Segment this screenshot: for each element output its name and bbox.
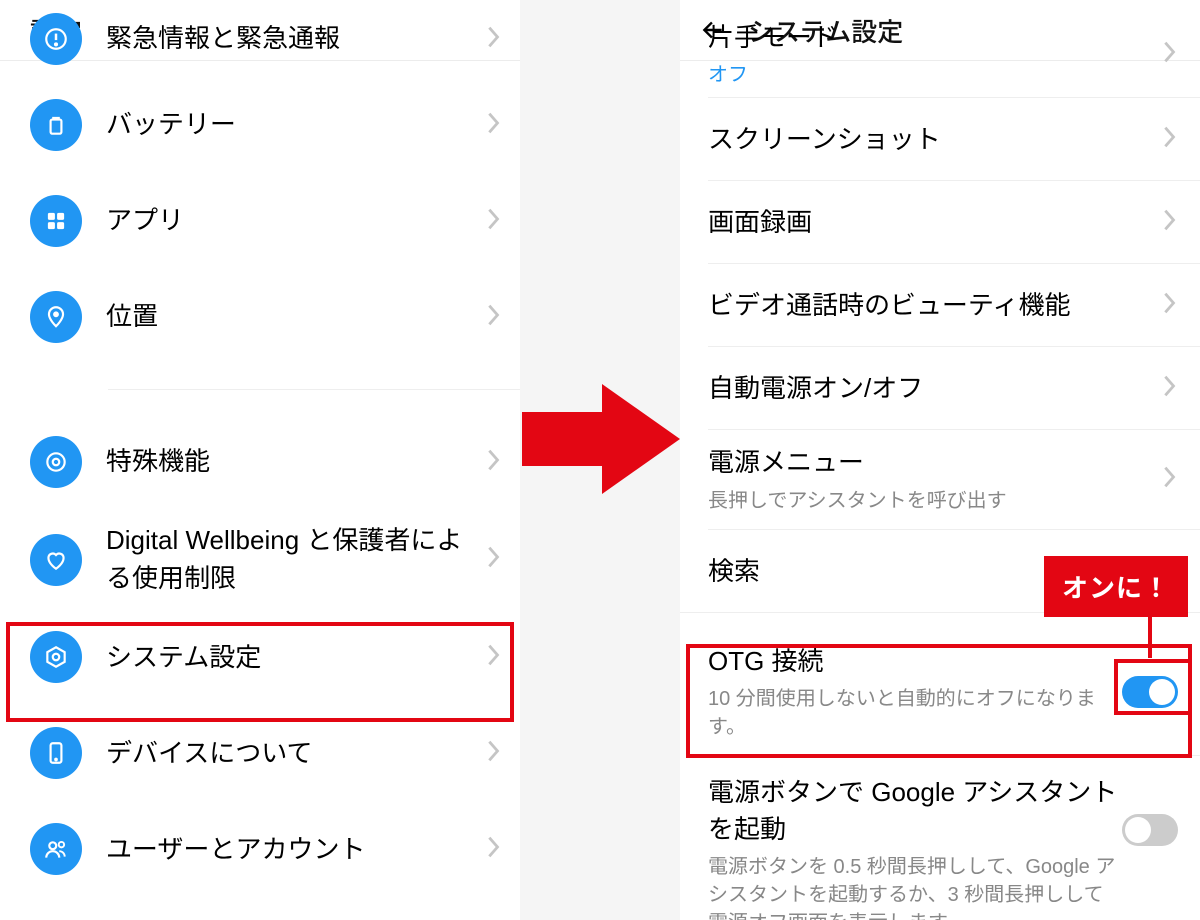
alert-icon [30,13,82,65]
device-icon [30,727,82,779]
item-label: デバイスについて [106,735,486,773]
item-label: 位置 [106,298,486,336]
chevron-right-icon [1162,123,1178,156]
item-label: 緊急情報と緊急通報 [106,20,486,58]
system-item-otg[interactable]: OTG 接続 10 分間使用しないと自動的にオフになります。 [680,629,1200,755]
item-title: OTG 接続 [708,643,1122,679]
chevron-right-icon [1162,463,1178,496]
callout-turn-on: オンに！ [1044,556,1188,617]
chevron-right-icon [486,109,502,142]
users-icon [30,823,82,875]
settings-item-about[interactable]: デバイスについて [0,705,520,801]
chevron-right-icon [486,205,502,238]
chevron-right-icon [486,737,502,770]
system-item-powermenu[interactable]: 電源メニュー 長押しでアシスタントを呼び出す [680,430,1200,528]
settings-item-system[interactable]: システム設定 [0,609,520,705]
item-label: システム設定 [106,639,486,677]
power-assistant-toggle[interactable] [1122,814,1178,846]
chevron-right-icon [486,446,502,479]
guide-arrow-icon [522,384,680,494]
system-settings-list: 片手モード オフ スクリーンショット 画面録画 ビデオ通話時のビューティ機能 自… [680,15,1200,920]
item-subtitle: オフ [708,61,1162,89]
system-item-powerassistant[interactable]: 電源ボタンで Google アシスタントを起動 電源ボタンを 0.5 秒間長押し… [680,756,1200,920]
system-item-screenrecord[interactable]: 画面録画 [680,181,1200,263]
chevron-right-icon [1162,206,1178,239]
system-item-beauty[interactable]: ビデオ通話時のビューティ機能 [680,264,1200,346]
item-title: 片手モード [708,19,1162,55]
settings-list: 緊急情報と緊急通報 バッテリー アプリ 位置 [0,1,520,897]
chevron-right-icon [486,833,502,866]
item-subtitle: 長押しでアシスタントを呼び出す [708,487,1162,515]
settings-item-battery[interactable]: バッテリー [0,77,520,173]
item-title: スクリーンショット [708,121,1162,157]
item-label: 特殊機能 [106,443,486,481]
group-divider [108,389,520,390]
system-item-autopower[interactable]: 自動電源オン/オフ [680,347,1200,429]
otg-toggle[interactable] [1122,676,1178,708]
item-subtitle: 電源ボタンを 0.5 秒間長押しして、Google アシスタントを起動するか、3… [708,853,1122,920]
settings-item-wellbeing[interactable]: Digital Wellbeing と保護者による使用制限 [0,510,520,609]
item-title: 電源メニュー [708,444,1162,480]
apps-icon [30,195,82,247]
settings-item-emergency[interactable]: 緊急情報と緊急通報 [0,1,520,77]
settings-item-special[interactable]: 特殊機能 [0,414,520,510]
callout-connector [1148,610,1152,658]
item-title: ビデオ通話時のビューティ機能 [708,287,1162,323]
chevron-right-icon [1162,289,1178,322]
item-title: 電源ボタンで Google アシスタントを起動 [708,774,1122,847]
settings-item-location[interactable]: 位置 [0,269,520,365]
battery-icon [30,99,82,151]
wellbeing-icon [30,534,82,586]
system-icon [30,631,82,683]
settings-item-users[interactable]: ユーザーとアカウント [0,801,520,897]
chevron-right-icon [486,301,502,334]
system-item-onehand[interactable]: 片手モード オフ [680,15,1200,97]
chevron-right-icon [1162,38,1178,71]
right-phone-system-settings: システム設定 片手モード オフ スクリーンショット 画面録画 ビデオ通話時のビュ… [680,0,1200,920]
chevron-right-icon [1162,372,1178,405]
chevron-right-icon [486,543,502,576]
settings-item-apps[interactable]: アプリ [0,173,520,269]
item-label: Digital Wellbeing と保護者による使用制限 [106,522,486,597]
system-item-screenshot[interactable]: スクリーンショット [680,98,1200,180]
item-label: ユーザーとアカウント [106,831,486,869]
item-title: 自動電源オン/オフ [708,370,1162,406]
chevron-right-icon [486,23,502,56]
item-subtitle: 10 分間使用しないと自動的にオフになります。 [708,685,1122,741]
item-label: バッテリー [106,106,486,144]
special-icon [30,436,82,488]
item-title: 画面録画 [708,204,1162,240]
location-icon [30,291,82,343]
callout-text: オンに！ [1062,573,1170,603]
left-phone-settings: 設定 緊急情報と緊急通報 バッテリー アプリ [0,0,520,920]
item-label: アプリ [106,202,486,240]
chevron-right-icon [486,641,502,674]
